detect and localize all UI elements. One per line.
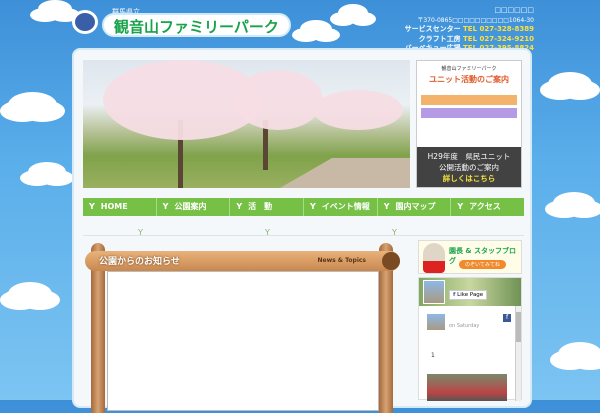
board-beam: 公園からのお知らせ News & Topics	[85, 251, 400, 271]
contact-row: サービスセンター TEL 027-328-8389	[405, 25, 534, 35]
cloud	[30, 8, 60, 22]
promo-small-label: 観音山ファミリーパーク	[441, 66, 497, 72]
nav-label: 公園案内	[174, 202, 207, 211]
news-content-area	[107, 271, 379, 411]
nav-park-guide[interactable]: Y 公園案内	[157, 198, 231, 216]
main-nav: Y HOME Y 公園案内 Y 活 動 Y イベント情報 Y 園内マップ Y アクセス	[83, 198, 524, 216]
contact-name: クラフト工房	[418, 34, 461, 43]
facebook-cover: f Like Page	[419, 278, 521, 306]
news-title: 公園からのお知らせ	[99, 257, 180, 267]
top-link[interactable]: □□□□□□	[405, 6, 534, 16]
promo-line1: H29年度 県民ユニット	[427, 152, 511, 161]
nav-label: イベント情報	[321, 202, 370, 211]
facebook-icon: f	[453, 292, 456, 298]
cloud	[540, 80, 580, 100]
sprout-icon: Y	[265, 228, 270, 237]
sprout-icon: Y	[310, 202, 316, 211]
staff-blog-banner[interactable]: 園長 & スタッフブログ のぞいてみてね	[418, 240, 522, 274]
header: 群馬県立 観音山ファミリーパーク □□□□□□ 〒370-0865□□□□□□□…	[72, 0, 534, 52]
promo-title: ユニット活動のご案内	[429, 75, 509, 84]
sprout-icon: Y	[138, 228, 143, 237]
contact-row: クラフト工房 TEL 027-324-9210	[405, 35, 534, 45]
like-page-button[interactable]: f Like Page	[449, 290, 488, 300]
nav-events[interactable]: Y イベント情報	[304, 198, 378, 216]
unit-activity-promo[interactable]: 観音山ファミリーパーク ユニット活動のご案内 H29年度 県民ユニット 公開活動…	[416, 60, 522, 188]
scrollbar[interactable]	[515, 306, 521, 401]
promo-flyer-band	[421, 95, 517, 105]
post-text: 1	[431, 352, 435, 359]
sprout-icon: Y	[89, 202, 95, 211]
like-page-label: Like Page	[457, 292, 484, 298]
board-knob	[382, 252, 400, 270]
post-image[interactable]	[427, 374, 507, 401]
nav-activities[interactable]: Y活 動	[230, 198, 305, 216]
nav-label: 園内マップ	[395, 202, 436, 211]
cloud	[20, 170, 54, 186]
news-subtitle: News & Topics	[317, 257, 366, 264]
nav-access[interactable]: Y アクセス	[451, 198, 524, 216]
address: 〒370-0865□□□□□□□□□□1064-30	[417, 16, 534, 24]
mascot-bird-icon	[72, 10, 98, 34]
page-thumbnail[interactable]	[423, 280, 445, 304]
park-path	[280, 158, 410, 188]
divider	[83, 235, 524, 236]
cloud	[0, 290, 40, 310]
cloud	[545, 200, 583, 218]
cloud	[550, 350, 590, 370]
site-logo[interactable]: 観音山ファミリーパーク	[102, 13, 291, 37]
facebook-widget: f Like Page f on Saturday 1	[418, 277, 522, 401]
post-avatar	[427, 314, 445, 330]
promo-flyer-band	[421, 108, 517, 118]
sprout-icon: Y	[162, 202, 169, 211]
news-board: 公園からのお知らせ News & Topics	[85, 243, 400, 413]
sprout-icon: Y	[392, 228, 397, 237]
promo-line2: 公開活動のご案内	[439, 163, 499, 172]
sprout-icon: Y	[383, 202, 390, 211]
director-avatar	[423, 243, 445, 273]
facebook-icon[interactable]: f	[503, 314, 511, 322]
post-time: on Saturday	[449, 323, 480, 329]
promo-details-link[interactable]: 詳しくはこちら	[417, 173, 521, 184]
nav-label: 活 動	[248, 202, 273, 211]
nav-home[interactable]: Y HOME	[83, 198, 157, 216]
contact-tel: TEL 027-328-8389	[463, 25, 534, 33]
cloud	[0, 100, 45, 122]
sprout-icon: Y	[236, 202, 243, 211]
nav-label: HOME	[100, 202, 128, 211]
contact-name: サービスセンター	[404, 25, 461, 33]
cherry-tree	[233, 70, 323, 130]
hero-image-cherry-blossoms	[83, 60, 410, 188]
nav-label: アクセス	[469, 202, 501, 211]
sprout-icon: Y	[457, 202, 464, 211]
nav-park-map[interactable]: Y 園内マップ	[378, 198, 452, 216]
promo-overlay: H29年度 県民ユニット 公開活動のご案内 詳しくはこちら	[417, 147, 521, 187]
scrollbar-thumb[interactable]	[516, 312, 521, 342]
blog-button[interactable]: のぞいてみてね	[459, 260, 506, 269]
cherry-tree	[313, 90, 403, 130]
contact-info: □□□□□□ 〒370-0865□□□□□□□□□□1064-30 サービスセン…	[405, 6, 534, 54]
contact-tel: TEL 027-324-9210	[463, 34, 534, 43]
